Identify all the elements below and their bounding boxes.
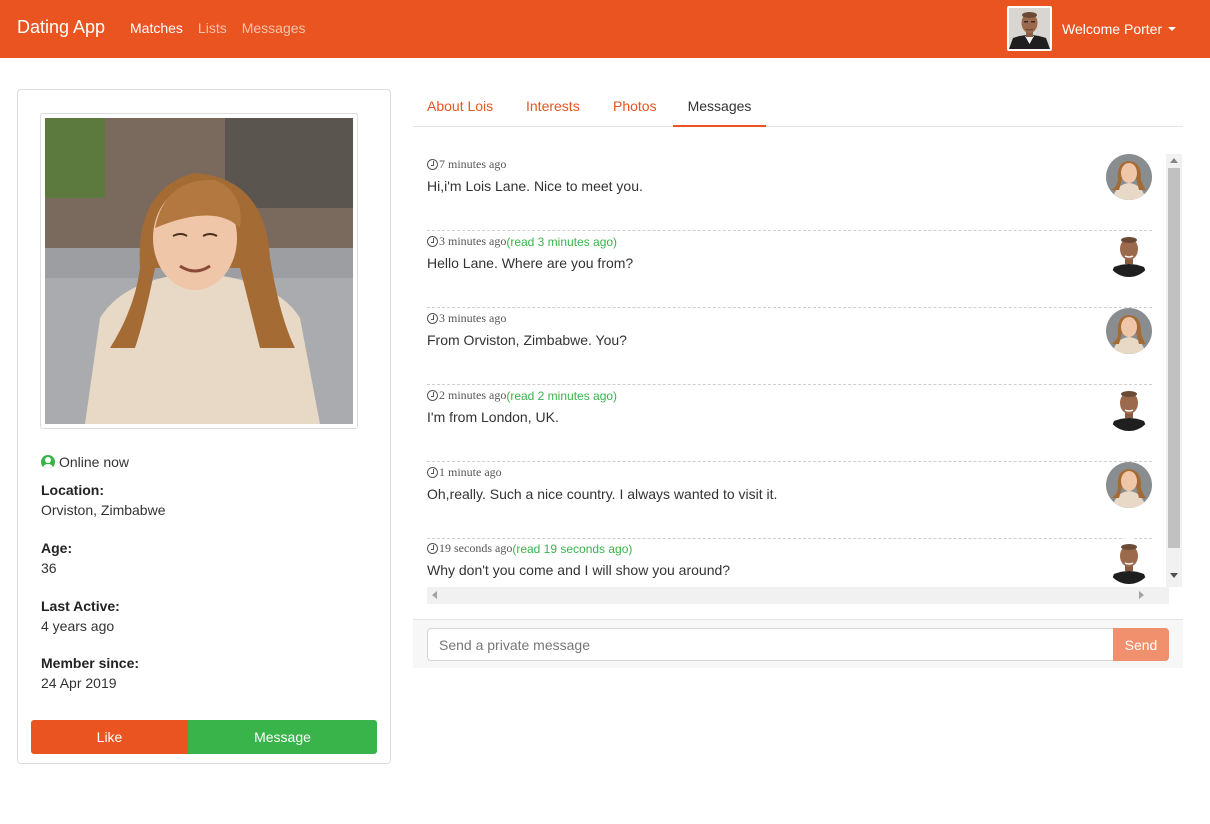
lois-avatar: [1106, 154, 1152, 200]
location-info: Location: Orviston, Zimbabwe: [41, 482, 165, 518]
message-text: Why don't you come and I will show you a…: [427, 562, 731, 578]
message-time: 1 minute ago: [439, 465, 502, 479]
clock-icon: [427, 236, 438, 247]
nav-links: Matches Lists Messages: [130, 20, 306, 36]
message-time: 3 minutes ago: [439, 234, 507, 248]
porter-avatar: [1106, 231, 1152, 277]
message-item: 3 minutes ago (read 3 minutes ago) Hello…: [427, 231, 1152, 308]
scroll-down-arrow-icon[interactable]: [1170, 573, 1178, 578]
member-since-info: Member since: 24 Apr 2019: [41, 655, 139, 691]
age-label: Age:: [41, 540, 73, 556]
clock-icon: [427, 543, 438, 554]
message-meta: 2 minutes ago (read 2 minutes ago): [427, 388, 617, 403]
clock-icon: [427, 467, 438, 478]
profile-photo: [45, 118, 353, 424]
welcome-text: Welcome Porter: [1062, 20, 1163, 37]
nav-link-lists[interactable]: Lists: [198, 20, 227, 36]
online-status: Online now: [41, 454, 129, 470]
age-info: Age: 36: [41, 540, 72, 576]
welcome-dropdown[interactable]: Welcome Porter: [1062, 20, 1177, 37]
clock-icon: [427, 313, 438, 324]
tab-messages[interactable]: Messages: [673, 89, 766, 127]
message-time: 3 minutes ago: [439, 311, 507, 325]
action-buttons: Like Message: [31, 720, 377, 754]
message-list[interactable]: 7 minutes ago Hi,i'm Lois Lane. Nice to …: [427, 154, 1182, 604]
brand-logo[interactable]: Dating App: [17, 17, 105, 38]
nav-link-messages[interactable]: Messages: [242, 20, 306, 36]
message-item: 7 minutes ago Hi,i'm Lois Lane. Nice to …: [427, 154, 1152, 231]
user-avatar-image: [1009, 8, 1050, 49]
last-active-label: Last Active:: [41, 598, 120, 614]
age-value: 36: [41, 560, 57, 576]
message-time: 7 minutes ago: [439, 157, 507, 171]
message-text: From Orviston, Zimbabwe. You?: [427, 332, 627, 348]
message-text: I'm from London, UK.: [427, 409, 559, 425]
nav-link-matches[interactable]: Matches: [130, 20, 183, 36]
message-text: Oh,really. Such a nice country. I always…: [427, 486, 778, 502]
scroll-right-arrow-icon[interactable]: [1139, 591, 1144, 599]
scrollbar-thumb[interactable]: [1168, 168, 1180, 548]
message-read-status: (read 3 minutes ago): [506, 234, 618, 249]
last-active-info: Last Active: 4 years ago: [41, 598, 120, 634]
navbar: Dating App Matches Lists Messages Welcom…: [0, 0, 1210, 58]
scroll-up-arrow-icon[interactable]: [1170, 158, 1178, 163]
clock-icon: [427, 159, 438, 170]
message-meta: 7 minutes ago: [427, 157, 506, 172]
scroll-left-arrow-icon[interactable]: [432, 591, 437, 599]
profile-photo-frame: [40, 113, 358, 429]
online-status-text: Online now: [59, 454, 130, 470]
last-active-value: 4 years ago: [41, 618, 115, 634]
horizontal-scrollbar[interactable]: [427, 587, 1169, 604]
tab-photos[interactable]: Photos: [613, 89, 657, 127]
message-item: 3 minutes ago From Orviston, Zimbabwe. Y…: [427, 308, 1152, 385]
messages-panel: 7 minutes ago Hi,i'm Lois Lane. Nice to …: [413, 143, 1183, 668]
message-input[interactable]: [427, 628, 1127, 661]
message-button[interactable]: Message: [188, 720, 377, 754]
user-circle-icon: [41, 455, 55, 469]
lois-avatar: [1106, 308, 1152, 354]
message-text: Hi,i'm Lois Lane. Nice to meet you.: [427, 178, 643, 194]
porter-avatar: [1106, 538, 1152, 584]
send-button[interactable]: Send: [1113, 628, 1169, 661]
vertical-scrollbar[interactable]: [1166, 154, 1182, 587]
message-meta: 19 seconds ago (read 19 seconds ago): [427, 541, 632, 556]
message-time: 2 minutes ago: [439, 388, 507, 402]
message-item: 2 minutes ago (read 2 minutes ago) I'm f…: [427, 385, 1152, 462]
profile-card: Online now Location: Orviston, Zimbabwe …: [17, 89, 391, 764]
message-text: Hello Lane. Where are you from?: [427, 255, 634, 271]
message-meta: 1 minute ago: [427, 465, 502, 480]
message-meta: 3 minutes ago: [427, 311, 506, 326]
user-avatar: [1007, 6, 1052, 51]
lois-avatar: [1106, 462, 1152, 508]
message-meta: 3 minutes ago (read 3 minutes ago): [427, 234, 617, 249]
clock-icon: [427, 390, 438, 401]
message-time: 19 seconds ago: [439, 541, 513, 555]
location-label: Location:: [41, 482, 104, 498]
caret-down-icon: [1168, 26, 1177, 31]
member-since-label: Member since:: [41, 655, 140, 671]
porter-avatar: [1106, 385, 1152, 431]
location-value: Orviston, Zimbabwe: [41, 502, 166, 518]
tab-about[interactable]: About Lois: [427, 89, 493, 127]
profile-tabs: About Lois Interests Photos Messages: [413, 89, 1183, 127]
message-read-status: (read 19 seconds ago): [512, 541, 633, 556]
message-item: 1 minute ago Oh,really. Such a nice coun…: [427, 462, 1152, 539]
user-menu[interactable]: Welcome Porter: [1007, 6, 1177, 51]
member-since-value: 24 Apr 2019: [41, 675, 117, 691]
message-read-status: (read 2 minutes ago): [506, 388, 618, 403]
like-button[interactable]: Like: [31, 720, 188, 754]
message-composer: Send: [413, 619, 1183, 668]
tab-interests[interactable]: Interests: [526, 89, 580, 127]
